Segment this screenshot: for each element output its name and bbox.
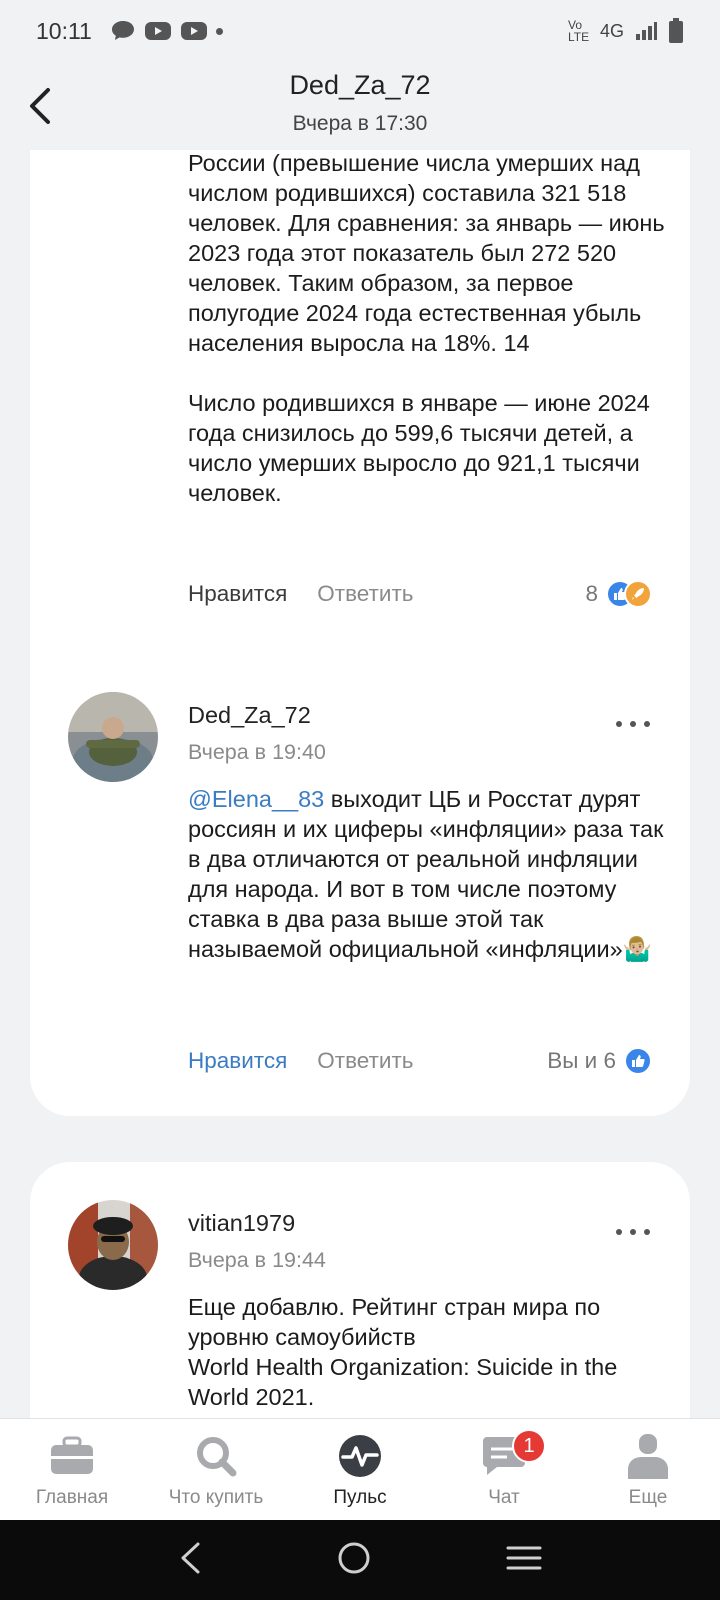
briefcase-icon (49, 1433, 95, 1479)
likes-count[interactable]: 8 (585, 581, 598, 607)
likes-count[interactable]: Вы и 6 (547, 1048, 616, 1074)
more-options-icon[interactable] (616, 1222, 650, 1242)
header: Ded_Za_72 Вчера в 17:30 (0, 62, 720, 150)
battery-icon (669, 18, 683, 43)
youtube-icon (144, 22, 171, 40)
comment-actions: Нравится Ответить Вы и 6 (188, 1044, 652, 1078)
system-nav-bar (0, 1520, 720, 1600)
page-subtitle: Вчера в 17:30 (292, 112, 428, 135)
comment-text: России (превышение числа умерших над чис… (188, 150, 665, 506)
reply-button[interactable]: Ответить (317, 581, 413, 607)
status-time: 10:11 (36, 17, 92, 44)
status-bar: 10:11 Vo LTE 4G (0, 0, 720, 62)
comments-feed[interactable]: России (превышение числа умерших над чис… (0, 150, 720, 1420)
page-title: Ded_Za_72 (289, 70, 431, 100)
tab-label: Еще (628, 1487, 668, 1508)
signal-icon (636, 22, 657, 40)
rocket-icon (624, 580, 652, 608)
like-button[interactable]: Нравится (188, 581, 287, 607)
reply-button[interactable]: Ответить (317, 1048, 413, 1074)
more-options-icon[interactable] (616, 714, 650, 734)
comment-text: Еще добавлю. Рейтинг стран мира по уровн… (188, 1294, 618, 1410)
tab-label: Что купить (168, 1487, 264, 1508)
youtube-icon (180, 22, 207, 40)
profile-icon (625, 1433, 671, 1479)
like-button[interactable]: Нравится (188, 1048, 287, 1074)
thumbs-up-icon (624, 1047, 652, 1075)
unread-badge: 1 (512, 1429, 546, 1463)
comment-text: @Elena__83 выходит ЦБ и Росстат дурят ро… (188, 784, 668, 964)
volte-label: Vo LTE (567, 18, 590, 44)
tab-label: Чат (488, 1487, 520, 1508)
tab-chat[interactable]: 1 Чат (432, 1419, 576, 1520)
more-notifications-dot (215, 27, 223, 35)
nav-home-icon[interactable] (337, 1541, 371, 1580)
search-icon (193, 1433, 239, 1479)
tab-label: Главная (35, 1487, 109, 1508)
comment-author[interactable]: Ded_Za_72 (188, 702, 311, 729)
comment-author[interactable]: vitian1979 (188, 1210, 295, 1237)
tab-pulse[interactable]: Пульс (288, 1419, 432, 1520)
comment-time: Вчера в 19:44 (188, 1248, 326, 1272)
chat-notification-icon (111, 21, 134, 40)
mention-link[interactable]: @Elena__83 (188, 786, 324, 812)
tab-more[interactable]: Еще (576, 1419, 720, 1520)
nav-recents-icon[interactable] (506, 1544, 542, 1577)
bottom-tab-bar: Главная Что купить Пульс 1 Чат Еще (0, 1418, 720, 1520)
comment-time: Вчера в 19:40 (188, 740, 326, 764)
tab-home[interactable]: Главная (0, 1419, 144, 1520)
comment-body: выходит ЦБ и Росстат дурят россиян и их … (188, 786, 670, 962)
avatar[interactable] (68, 692, 158, 782)
comment-card: Ded_Za_72 Вчера в 19:40 @Elena__83 выход… (30, 654, 690, 1116)
comment-actions: Нравится Ответить 8 (188, 577, 652, 611)
pulse-icon (337, 1433, 383, 1479)
tab-label: Пульс (333, 1487, 387, 1508)
tab-what-to-buy[interactable]: Что купить (144, 1419, 288, 1520)
comment-card: vitian1979 Вчера в 19:44 Еще добавлю. Ре… (30, 1162, 690, 1420)
network-label: 4G (599, 20, 624, 41)
nav-back-icon[interactable] (178, 1541, 202, 1580)
avatar[interactable] (68, 1200, 158, 1290)
